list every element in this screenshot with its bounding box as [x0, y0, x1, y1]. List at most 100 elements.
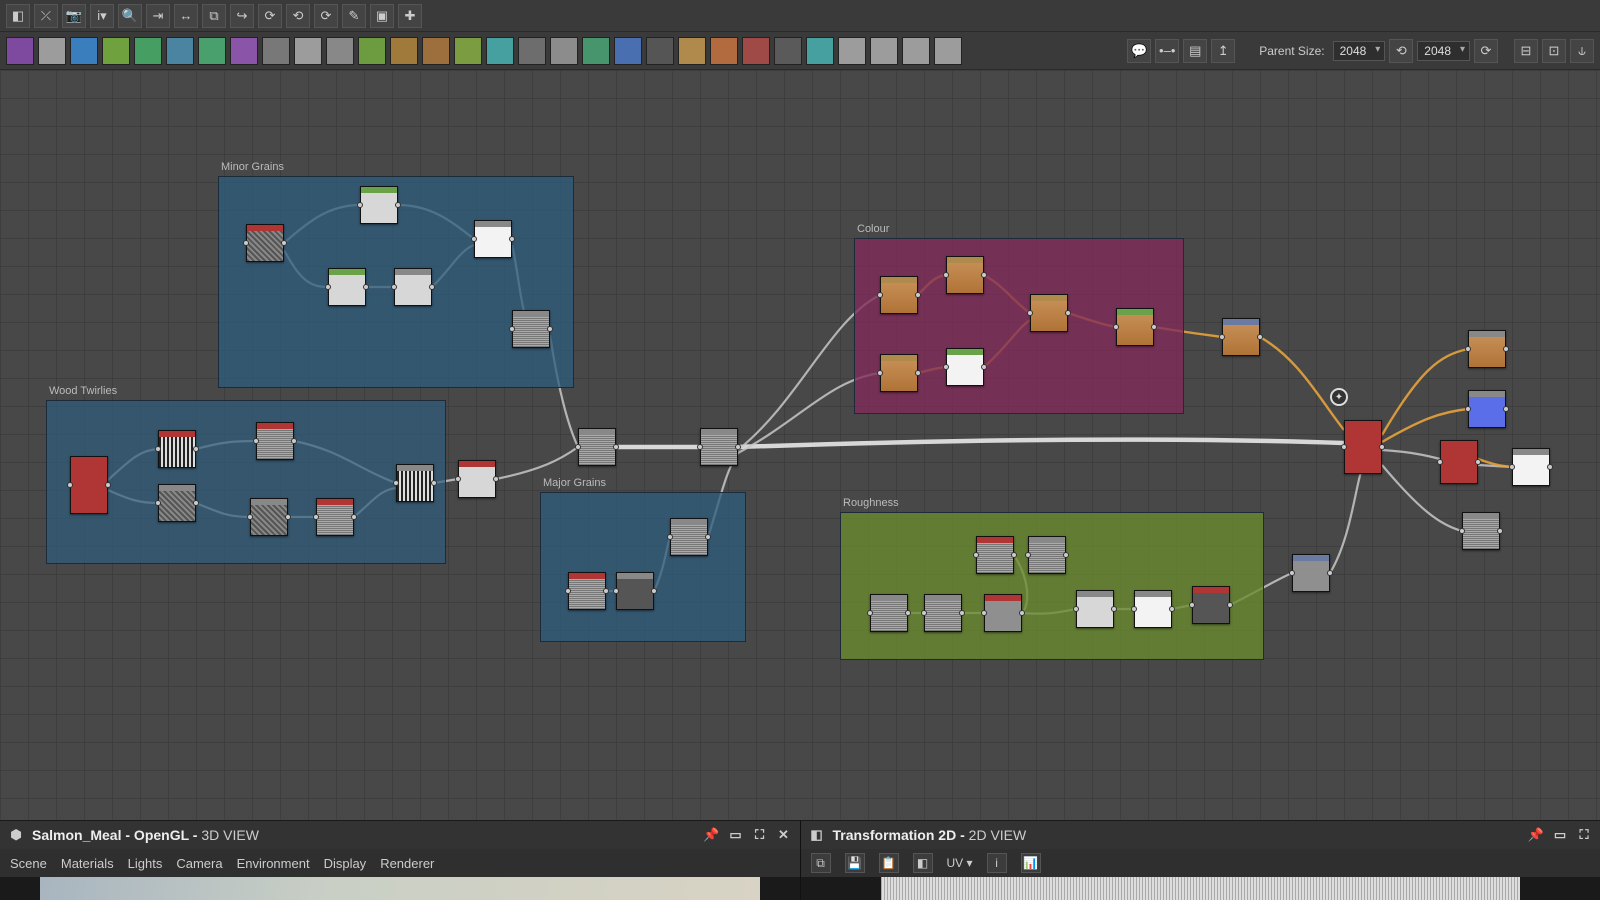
menu-scene[interactable]: Scene	[10, 856, 47, 871]
node-palette-btn-25[interactable]	[806, 37, 834, 65]
node-palette-btn-22[interactable]	[710, 37, 738, 65]
reset-icon[interactable]: ⟳	[1474, 39, 1498, 63]
node-palette-btn-7[interactable]	[230, 37, 258, 65]
toolbar1-btn-0[interactable]: ◧	[6, 4, 30, 28]
node-palette-btn-23[interactable]	[742, 37, 770, 65]
graph-node-26[interactable]	[976, 536, 1014, 574]
graph-node-20[interactable]	[946, 256, 984, 294]
graph-node-33[interactable]	[1192, 586, 1230, 624]
node-palette-btn-17[interactable]	[550, 37, 578, 65]
menu-camera[interactable]: Camera	[176, 856, 222, 871]
graph-node-9[interactable]	[256, 422, 294, 460]
graph-node-35[interactable]	[1344, 420, 1382, 474]
graph-node-38[interactable]	[1468, 330, 1506, 368]
minimize-icon[interactable]: ▭	[728, 827, 744, 843]
align-icon-1[interactable]: ⊟	[1514, 39, 1538, 63]
panel-2d-viewport[interactable]	[801, 877, 1600, 900]
close-icon[interactable]: ✕	[776, 827, 792, 843]
toolbar1-btn-6[interactable]: ↔	[174, 4, 198, 28]
graph-node-14[interactable]	[578, 428, 616, 466]
toolbar1-btn-11[interactable]: ⟳	[314, 4, 338, 28]
comment-icon[interactable]: 💬	[1127, 39, 1151, 63]
graph-node-22[interactable]	[946, 348, 984, 386]
graph-node-39[interactable]	[1468, 390, 1506, 428]
link-icon[interactable]: •–•	[1155, 39, 1179, 63]
toolbar1-btn-3[interactable]: i▾	[90, 4, 114, 28]
parent-size-combo[interactable]: 2048	[1333, 41, 1386, 61]
graph-node-1[interactable]	[360, 186, 398, 224]
node-palette-btn-28[interactable]	[902, 37, 930, 65]
toolbar1-btn-14[interactable]: ✚	[398, 4, 422, 28]
node-palette-btn-12[interactable]	[390, 37, 418, 65]
graph-node-4[interactable]	[474, 220, 512, 258]
graph-node-31[interactable]	[1076, 590, 1114, 628]
toolbar1-btn-2[interactable]: 📷	[62, 4, 86, 28]
graph-node-6[interactable]	[70, 456, 108, 514]
graph-node-36[interactable]	[1440, 440, 1478, 484]
graph-node-0[interactable]	[246, 224, 284, 262]
graph-node-12[interactable]	[396, 464, 434, 502]
graph-node-27[interactable]	[1028, 536, 1066, 574]
node-palette-btn-13[interactable]	[422, 37, 450, 65]
toolbar1-btn-1[interactable]: ⤫	[34, 4, 58, 28]
panel-3d-viewport[interactable]	[0, 877, 800, 900]
minimize-icon[interactable]: ▭	[1552, 827, 1568, 843]
toolbar1-btn-7[interactable]: ⧉	[202, 4, 226, 28]
size-combo-2[interactable]: 2048	[1417, 41, 1470, 61]
frame-major-grains[interactable]: Major Grains	[540, 492, 746, 642]
node-palette-btn-1[interactable]	[38, 37, 66, 65]
panel-icon[interactable]: ▤	[1183, 39, 1207, 63]
2d-tool-0[interactable]: ⧉	[811, 853, 831, 873]
node-palette-btn-3[interactable]	[102, 37, 130, 65]
node-palette-btn-16[interactable]	[518, 37, 546, 65]
menu-materials[interactable]: Materials	[61, 856, 114, 871]
graph-node-11[interactable]	[316, 498, 354, 536]
2d-tool-1[interactable]: 💾	[845, 853, 865, 873]
menu-renderer[interactable]: Renderer	[380, 856, 434, 871]
node-palette-btn-5[interactable]	[166, 37, 194, 65]
graph-node-21[interactable]	[880, 354, 918, 392]
2d-tool-2[interactable]: 📋	[879, 853, 899, 873]
graph-node-32[interactable]	[1134, 590, 1172, 628]
graph-node-18[interactable]	[670, 518, 708, 556]
graph-node-30[interactable]	[984, 594, 1022, 632]
graph-node-8[interactable]	[158, 484, 196, 522]
graph-node-25[interactable]	[1222, 318, 1260, 356]
graph-node-10[interactable]	[250, 498, 288, 536]
graph-node-5[interactable]	[512, 310, 550, 348]
pin-icon[interactable]: 📌	[704, 827, 720, 843]
graph-node-28[interactable]	[870, 594, 908, 632]
graph-node-24[interactable]	[1116, 308, 1154, 346]
node-palette-btn-2[interactable]	[70, 37, 98, 65]
node-palette-btn-0[interactable]	[6, 37, 34, 65]
toolbar1-btn-5[interactable]: ⇥	[146, 4, 170, 28]
graph-node-2[interactable]	[328, 268, 366, 306]
node-palette-btn-14[interactable]	[454, 37, 482, 65]
graph-node-16[interactable]	[568, 572, 606, 610]
graph-node-34[interactable]	[1292, 554, 1330, 592]
graph-node-29[interactable]	[924, 594, 962, 632]
node-palette-btn-6[interactable]	[198, 37, 226, 65]
menu-environment[interactable]: Environment	[237, 856, 310, 871]
toolbar1-btn-8[interactable]: ↪	[230, 4, 254, 28]
maximize-icon[interactable]: ⛶	[1576, 827, 1592, 843]
node-palette-btn-15[interactable]	[486, 37, 514, 65]
node-palette-btn-10[interactable]	[326, 37, 354, 65]
node-palette-btn-8[interactable]	[262, 37, 290, 65]
uv-dropdown[interactable]: UV ▾	[947, 856, 973, 870]
node-palette-btn-9[interactable]	[294, 37, 322, 65]
menu-lights[interactable]: Lights	[128, 856, 163, 871]
menu-display[interactable]: Display	[324, 856, 367, 871]
node-palette-btn-24[interactable]	[774, 37, 802, 65]
node-palette-btn-18[interactable]	[582, 37, 610, 65]
pin-icon[interactable]: ↥	[1211, 39, 1235, 63]
sync-icon[interactable]: ⟲	[1389, 39, 1413, 63]
maximize-icon[interactable]: ⛶	[752, 827, 768, 843]
align-icon-2[interactable]: ⊡	[1542, 39, 1566, 63]
node-palette-btn-27[interactable]	[870, 37, 898, 65]
node-graph-canvas[interactable]: Minor GrainsWood TwirliesMajor GrainsCol…	[0, 70, 1600, 820]
node-palette-btn-20[interactable]	[646, 37, 674, 65]
graph-node-15[interactable]	[700, 428, 738, 466]
graph-node-23[interactable]	[1030, 294, 1068, 332]
graph-node-17[interactable]	[616, 572, 654, 610]
